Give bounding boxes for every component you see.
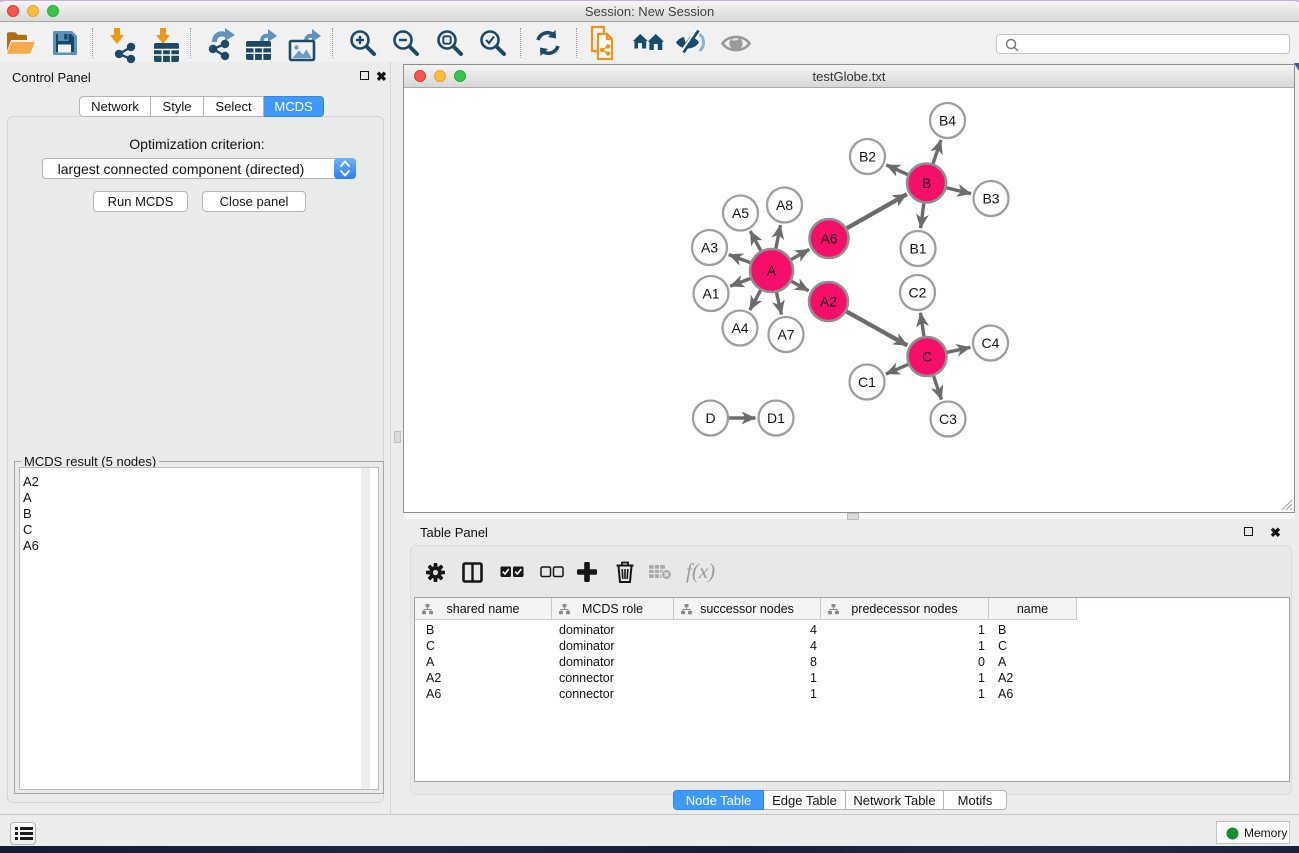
svg-text:D: D <box>705 410 715 426</box>
svg-text:A3: A3 <box>701 240 718 256</box>
svg-text:C1: C1 <box>858 374 876 390</box>
svg-text:B3: B3 <box>982 191 999 207</box>
svg-text:A8: A8 <box>776 197 793 213</box>
svg-text:A: A <box>767 263 777 279</box>
svg-text:C: C <box>922 349 932 365</box>
svg-text:B2: B2 <box>859 149 876 165</box>
svg-text:A7: A7 <box>777 327 794 343</box>
svg-text:C2: C2 <box>909 285 927 301</box>
svg-text:B: B <box>922 175 931 191</box>
svg-text:C4: C4 <box>982 335 1000 351</box>
svg-text:A6: A6 <box>820 231 837 247</box>
svg-text:A5: A5 <box>732 205 749 221</box>
svg-text:A2: A2 <box>820 294 837 310</box>
svg-text:B4: B4 <box>939 113 956 129</box>
svg-text:B1: B1 <box>909 241 926 257</box>
svg-text:D1: D1 <box>767 410 785 426</box>
svg-text:A4: A4 <box>731 320 748 336</box>
svg-text:A1: A1 <box>702 286 719 302</box>
svg-text:C3: C3 <box>939 411 957 427</box>
